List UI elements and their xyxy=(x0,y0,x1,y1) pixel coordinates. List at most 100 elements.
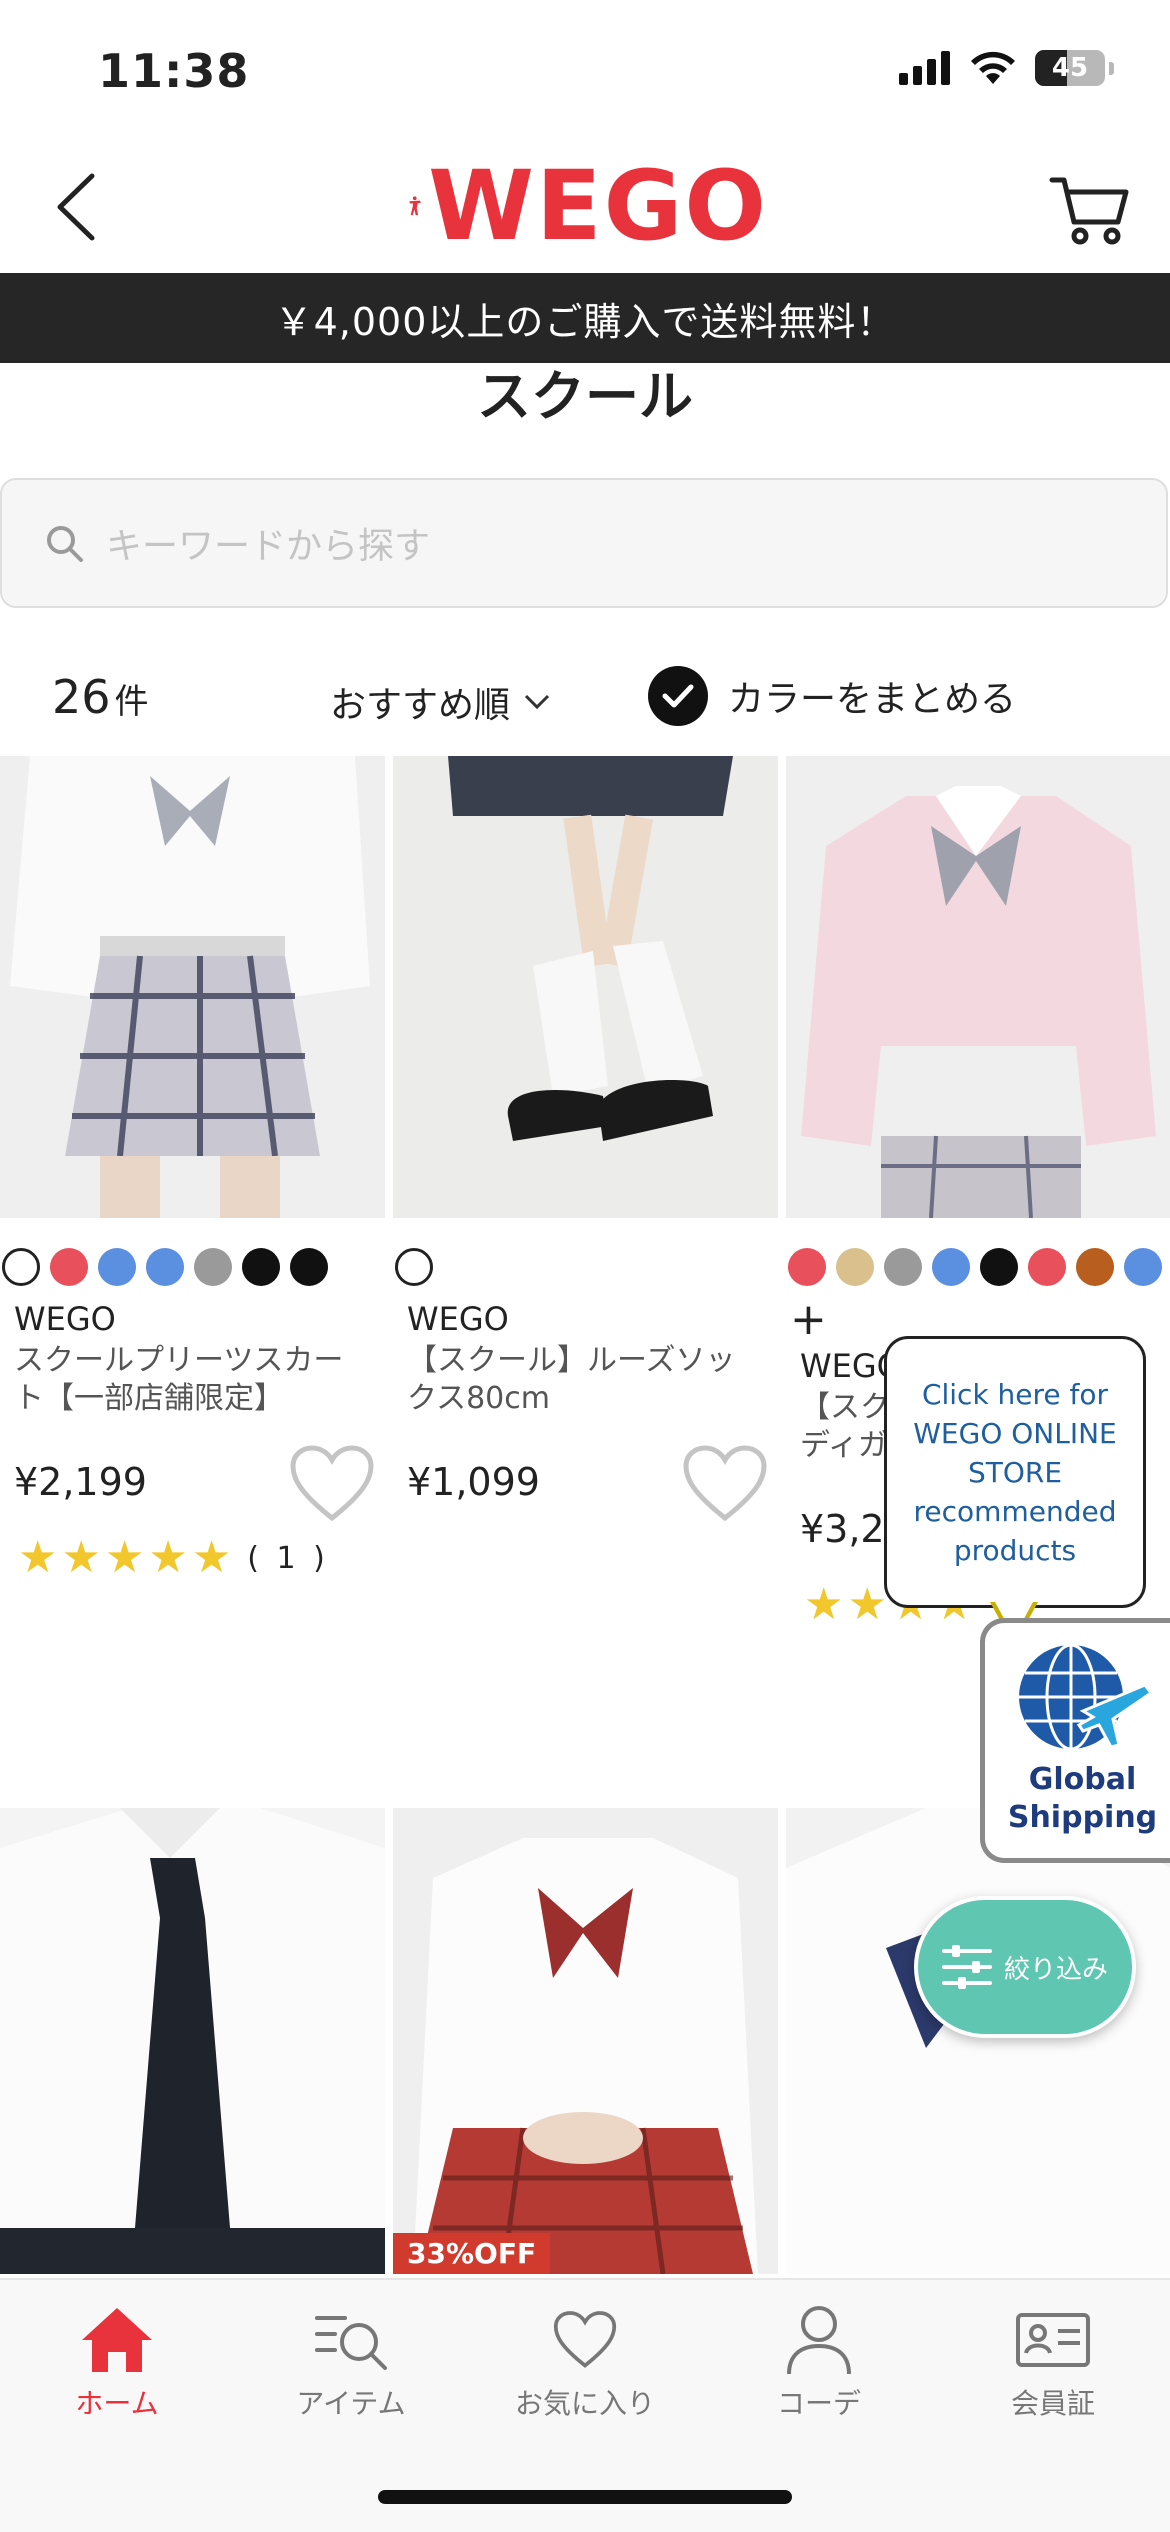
tab-member-card[interactable]: 会員証 xyxy=(936,2304,1170,2422)
rating-count: ( 1 ) xyxy=(247,1540,329,1576)
chevron-left-icon xyxy=(57,173,95,241)
sort-label: おすすめ順 xyxy=(330,685,511,726)
filter-button[interactable]: 絞り込み xyxy=(914,1896,1136,2038)
globe-plane-icon xyxy=(1018,1643,1153,1751)
group-colors-toggle[interactable]: カラーをまとめる xyxy=(648,666,1016,726)
color-swatch[interactable] xyxy=(2,1248,40,1286)
member-card-icon xyxy=(1016,2313,1090,2367)
product-rating: ★ ★ ★ ★ ★ ( 1 ) xyxy=(0,1536,385,1580)
cellular-signal-icon xyxy=(899,51,950,85)
favorite-button[interactable] xyxy=(682,1444,768,1524)
tab-coordinate[interactable]: コーデ xyxy=(702,2304,936,2422)
color-swatch[interactable] xyxy=(146,1248,184,1286)
free-shipping-banner[interactable]: ￥4,000以上のご購入で送料無料！ xyxy=(0,273,1170,363)
item-search-icon xyxy=(315,2316,387,2370)
tab-label: ホーム xyxy=(75,2387,159,2420)
color-swatch[interactable] xyxy=(932,1248,970,1286)
result-count: 26 件 xyxy=(52,670,149,724)
cart-button[interactable] xyxy=(1048,170,1132,250)
search-input[interactable]: キーワードから探す xyxy=(0,478,1168,608)
tab-label: コーデ xyxy=(776,2387,861,2420)
back-button[interactable] xyxy=(36,162,116,252)
color-swatch[interactable] xyxy=(395,1248,433,1286)
list-toolbar: 26 件 おすすめ順 カラーをまとめる xyxy=(0,650,1170,746)
home-indicator xyxy=(378,2490,792,2504)
star-icon: ★ xyxy=(18,1532,58,1583)
tab-label: アイテム xyxy=(296,2387,406,2420)
cart-icon xyxy=(1049,177,1129,245)
tab-home[interactable]: ホーム xyxy=(0,2304,234,2422)
product-image[interactable] xyxy=(786,756,1170,1218)
color-swatches xyxy=(393,1248,773,1286)
heart-icon xyxy=(683,1445,767,1522)
filter-sliders-icon xyxy=(941,1945,992,1989)
color-swatch[interactable] xyxy=(1124,1248,1162,1286)
product-image[interactable]: 33%OFF xyxy=(393,1808,778,2274)
product-price: ¥1,099 xyxy=(407,1460,540,1504)
color-swatches xyxy=(786,1248,1166,1286)
color-swatch[interactable] xyxy=(884,1248,922,1286)
star-icon: ★ xyxy=(191,1532,232,1583)
star-icon: ★ xyxy=(148,1532,188,1583)
favorite-button[interactable] xyxy=(289,1444,375,1524)
product-card[interactable]: WEGO スクールプリーツスカート【一部店舗限定】 ¥2,199 ★ ★ ★ ★… xyxy=(0,756,385,1580)
product-brand: WEGO xyxy=(14,1300,116,1338)
tab-label: 会員証 xyxy=(1010,2387,1095,2420)
battery-icon: 45 xyxy=(1035,50,1105,86)
heart-icon xyxy=(553,2311,617,2368)
color-swatch[interactable] xyxy=(1076,1248,1114,1286)
star-icon: ★ xyxy=(104,1532,145,1583)
tab-label: お気に入り xyxy=(514,2387,655,2420)
product-brand: WEGO xyxy=(407,1300,509,1338)
search-icon xyxy=(47,526,83,562)
color-swatch[interactable] xyxy=(1028,1248,1066,1286)
star-icon: ★ xyxy=(847,1579,887,1630)
color-swatch[interactable] xyxy=(242,1248,280,1286)
product-card[interactable]: 33%OFF xyxy=(393,1808,778,2274)
product-image[interactable] xyxy=(393,756,778,1218)
product-card[interactable] xyxy=(0,1808,385,2274)
color-swatch[interactable] xyxy=(788,1248,826,1286)
color-swatch[interactable] xyxy=(836,1248,874,1286)
discount-badge: 33%OFF xyxy=(393,2233,551,2274)
product-image[interactable] xyxy=(0,756,385,1218)
tab-favorites[interactable]: お気に入り xyxy=(468,2304,702,2422)
product-card[interactable]: WEGO 【スクール】ルーズソックス80cm ¥1,099 xyxy=(393,756,778,1528)
wifi-icon xyxy=(971,51,1015,84)
filter-label: 絞り込み xyxy=(1003,1954,1108,1985)
sort-dropdown[interactable]: おすすめ順 xyxy=(330,676,550,728)
product-name[interactable]: 【スクール】ルーズソックス80cm xyxy=(393,1342,763,1418)
product-price: ¥2,199 xyxy=(14,1460,147,1504)
global-shipping-button[interactable]: Global Shipping xyxy=(980,1618,1170,1863)
product-image[interactable] xyxy=(0,1808,385,2274)
home-icon xyxy=(82,2308,152,2372)
product-image[interactable] xyxy=(786,1808,1170,2274)
color-swatch[interactable] xyxy=(50,1248,88,1286)
battery-level: 45 xyxy=(1051,53,1089,83)
checkmark-icon xyxy=(648,666,708,726)
group-colors-label: カラーをまとめる xyxy=(728,679,1017,720)
color-swatch[interactable] xyxy=(290,1248,328,1286)
product-name[interactable]: スクールプリーツスカート【一部店舗限定】 xyxy=(0,1342,370,1418)
star-icon: ★ xyxy=(61,1532,101,1583)
app-header: WEGO xyxy=(0,140,1170,275)
heart-icon xyxy=(290,1445,374,1522)
star-icon: ★ xyxy=(804,1579,844,1630)
search-placeholder: キーワードから探す xyxy=(106,526,431,567)
chevron-down-icon xyxy=(524,694,550,710)
person-icon xyxy=(787,2306,851,2375)
logo-mark-icon xyxy=(409,196,422,216)
recommended-tooltip[interactable]: Click here for WEGO ONLINE STORE recomme… xyxy=(884,1336,1146,1608)
color-swatch[interactable] xyxy=(194,1248,232,1286)
logo-text: WEGO xyxy=(428,150,768,262)
product-card[interactable] xyxy=(786,1808,1170,2274)
status-bar: 11:38 45 xyxy=(0,0,1170,140)
tab-items[interactable]: アイテム xyxy=(234,2304,468,2422)
status-time: 11:38 xyxy=(98,44,250,98)
global-shipping-label: Global Shipping xyxy=(1007,1762,1158,1835)
color-swatches xyxy=(0,1248,380,1286)
wego-logo[interactable]: WEGO xyxy=(408,146,768,266)
status-icons: 45 xyxy=(899,50,1114,86)
color-swatch[interactable] xyxy=(98,1248,136,1286)
color-swatch[interactable] xyxy=(980,1248,1018,1286)
